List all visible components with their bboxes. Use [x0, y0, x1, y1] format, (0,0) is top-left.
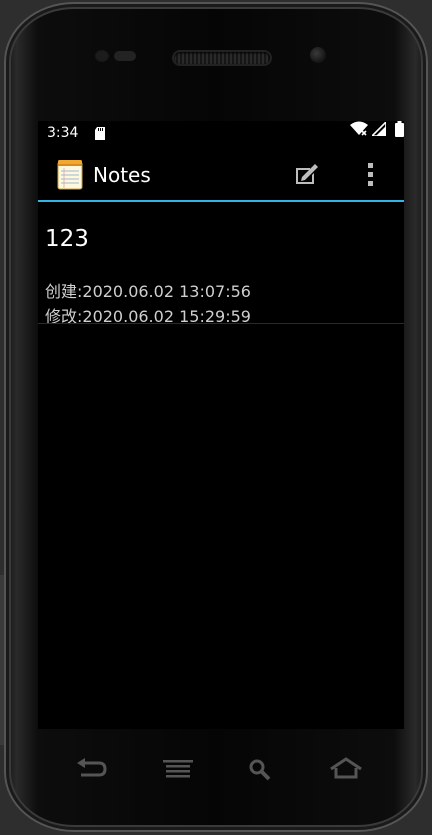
note-list-item[interactable]: 123 创建:2020.06.02 13:07:56 修改:2020.06.02…	[38, 205, 404, 326]
home-icon[interactable]	[328, 757, 364, 783]
battery-icon	[395, 121, 404, 141]
overflow-menu-icon[interactable]	[364, 161, 378, 189]
app-title: Notes	[93, 163, 151, 187]
light-sensor	[114, 51, 136, 61]
back-icon[interactable]	[73, 757, 109, 783]
action-bar: Notes	[38, 149, 404, 200]
action-bar-divider	[38, 200, 404, 202]
notepad-app-icon[interactable]	[57, 159, 83, 190]
sd-card-icon	[95, 127, 105, 144]
search-icon[interactable]	[244, 757, 280, 783]
earpiece-speaker	[174, 52, 270, 64]
compose-icon[interactable]	[294, 162, 320, 186]
status-time: 3:34	[47, 125, 79, 141]
device-screen: 3:34 Notes 123 创建:2020.06.02 13:07:56 修改…	[38, 121, 404, 729]
proximity-sensor	[96, 51, 108, 61]
status-bar: 3:34	[38, 121, 404, 146]
front-camera	[310, 47, 326, 63]
emulator-stage: 3:34 Notes 123 创建:2020.06.02 13:07:56 修改…	[0, 0, 432, 835]
menu-icon[interactable]	[160, 757, 196, 783]
wifi-icon	[350, 121, 368, 141]
note-title: 123	[45, 226, 89, 252]
note-created-time: 创建:2020.06.02 13:07:56	[45, 282, 251, 301]
signal-icon	[370, 121, 387, 140]
list-divider	[38, 323, 404, 324]
